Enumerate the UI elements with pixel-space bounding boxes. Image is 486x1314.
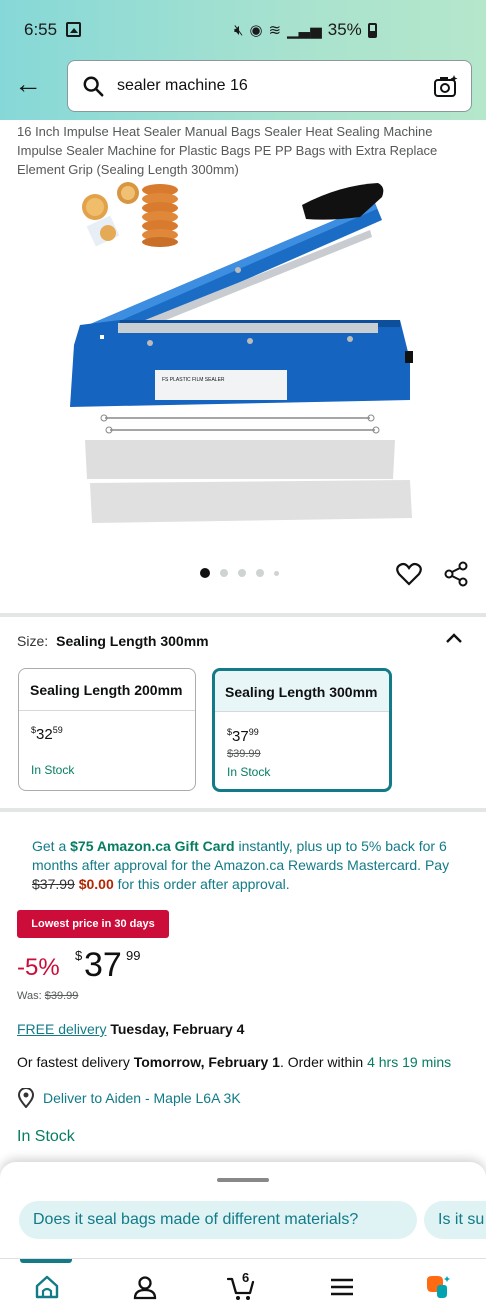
size-option-200mm[interactable]: Sealing Length 200mm $3259 In Stock [18,668,196,791]
promo-struck-price: $37.99 [32,876,75,892]
location-pin-icon [17,1088,35,1108]
heart-icon[interactable] [396,562,422,586]
price-fraction: 99 [126,948,141,963]
battery-icon [367,22,377,38]
carousel-dot[interactable] [274,570,279,576]
size-option-name: Sealing Length 200mm [19,669,195,711]
size-option-300mm[interactable]: Sealing Length 300mm $3799 $39.99 In Sto… [212,668,392,792]
sealer-label: FS PLASTIC FILM SEALER [162,377,225,383]
free-delivery-link[interactable]: FREE delivery [17,1021,106,1037]
share-icon[interactable] [443,561,469,587]
product-title: 16 Inch Impulse Heat Sealer Manual Bags … [17,124,438,177]
section-divider [0,808,486,812]
cookies-illustration [82,182,178,247]
free-delivery-line: FREE delivery Tuesday, February 4 [17,1021,244,1037]
size-option-stock: In Stock [31,763,75,777]
rufus-icon[interactable] [424,1273,452,1301]
battery-percent: 35% [327,20,362,39]
replacement-parts [85,414,412,523]
menu-icon[interactable] [328,1273,356,1301]
size-option-stock: In Stock [227,765,271,779]
gift-card-amount: $75 Amazon.ca Gift Card [70,838,235,854]
hotspot-icon: ◉ [249,22,263,39]
chevron-up-icon[interactable] [444,628,464,648]
suggestion-chip[interactable]: Does it seal bags made of different mate… [19,1201,417,1239]
image-carousel-dots[interactable] [200,568,279,578]
credit-card-promo[interactable]: Get a $75 Amazon.ca Gift Card instantly,… [32,837,462,894]
stock-status: In Stock [17,1128,75,1145]
status-bar: 6:55 🔇︎ ◉ ≋ ▁▃▅ 35% [0,18,486,42]
sealer-arm [88,183,384,340]
size-option-price: $3259 [31,725,63,743]
suggestion-chip[interactable]: Is it su [424,1201,486,1239]
was-price: Was: $39.99 [17,990,79,1002]
back-arrow-icon[interactable]: ← [14,70,42,98]
wifi-icon: ≋ [268,22,282,39]
carousel-dot[interactable] [238,569,246,577]
bottom-nav [0,1258,486,1314]
deliver-to-link[interactable]: Deliver to Aiden - Maple L6A 3K [43,1090,241,1106]
carousel-dot[interactable] [256,569,264,577]
size-selected-value: Sealing Length 300mm [56,633,209,649]
account-icon[interactable] [131,1273,159,1301]
status-time: 6:55 [24,20,58,39]
carousel-dot-active[interactable] [200,568,210,578]
size-label: Size: [17,633,49,649]
free-delivery-date: Tuesday, February 4 [110,1021,245,1037]
camera-icon[interactable] [433,74,459,100]
sealer-base: FS PLASTIC FILM SEALER [70,320,413,407]
size-selector-header[interactable]: Size: Sealing Length 300mm [17,633,209,649]
active-tab-indicator [20,1259,72,1263]
price-whole: 37 [84,946,122,984]
search-icon [83,76,104,97]
fastest-delivery-line: Or fastest delivery Tomorrow, February 1… [17,1054,452,1070]
mute-icon: 🔇︎ [234,21,244,39]
discount-percent: -5% [17,954,60,981]
section-divider [0,613,486,617]
cart-icon[interactable] [227,1273,255,1301]
size-option-price: $3799 [227,727,259,745]
cart-count-badge: 6 [242,1270,250,1285]
search-input[interactable]: sealer machine 16 [117,77,248,95]
fastest-delivery-date: Tomorrow, February 1 [133,1054,280,1070]
order-within-time: 4 hrs 19 mins [367,1054,452,1070]
signal-icon: ▁▃▅ [287,22,322,39]
carousel-dot[interactable] [220,569,228,577]
promo-zero-price: $0.00 [78,876,114,892]
search-bar[interactable]: sealer machine 16 [67,60,472,112]
image-icon [66,22,81,37]
home-icon[interactable] [33,1273,61,1301]
deal-badge: Lowest price in 30 days [17,910,169,938]
price-currency: $ [75,948,83,963]
status-icons: 🔇︎ ◉ ≋ ▁▃▅ 35% [234,20,377,40]
product-image[interactable]: FS PLASTIC FILM SEALER [60,175,430,535]
size-option-name: Sealing Length 300mm [215,671,389,712]
sheet-drag-handle[interactable] [217,1178,269,1182]
size-option-was-price: $39.99 [227,748,261,760]
